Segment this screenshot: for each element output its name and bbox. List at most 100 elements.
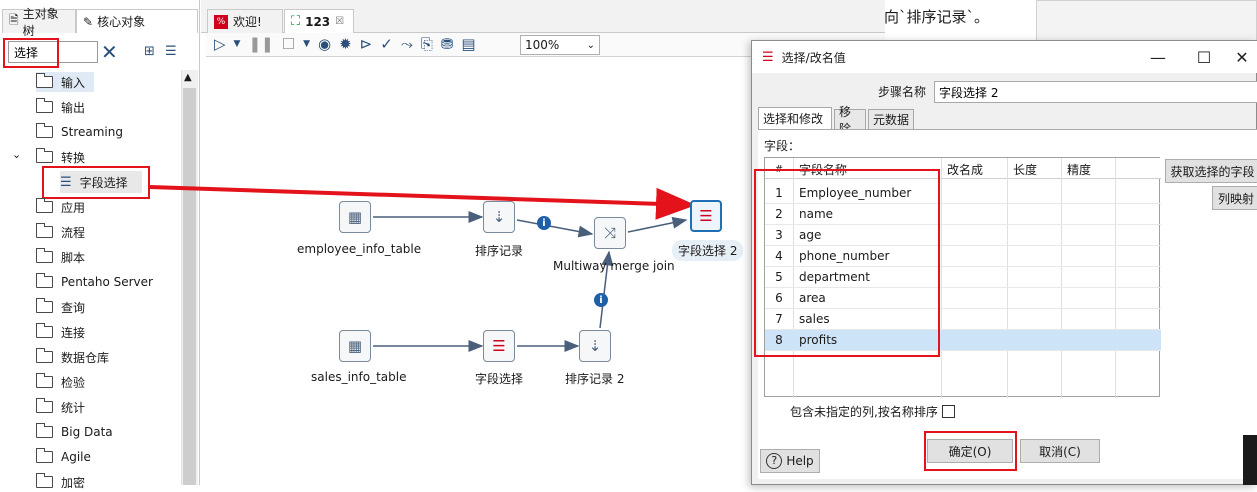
dialog-titlebar: ☰ 选择/改名值 bbox=[752, 41, 1257, 73]
tree-item-label: 数据仓库 bbox=[61, 350, 110, 365]
scroll-up-icon[interactable]: ▲ bbox=[184, 72, 192, 83]
table-input-icon: ▦ bbox=[347, 337, 363, 355]
search-highlight bbox=[3, 38, 59, 68]
tree-item-cryptography[interactable]: 加密 bbox=[36, 472, 85, 492]
info-icon[interactable]: i bbox=[537, 216, 551, 230]
close-icon[interactable]: ✕ bbox=[1222, 45, 1257, 69]
expand-arrow-icon[interactable]: ⌄ bbox=[12, 148, 21, 161]
mapping-button[interactable]: 列映射 bbox=[1212, 186, 1257, 210]
tree-item-joins[interactable]: 连接 bbox=[36, 322, 85, 342]
tree-item-label: 加密 bbox=[61, 475, 86, 490]
step-label: 字段选择 2 bbox=[672, 240, 744, 261]
tree-item-transform[interactable]: 转换 bbox=[36, 147, 85, 167]
expand-all-icon[interactable]: ⊞ bbox=[144, 44, 155, 59]
tab-select-modify[interactable]: 选择和修改 bbox=[758, 107, 832, 129]
step-sales-info-table[interactable]: ▦ bbox=[339, 330, 371, 362]
tree-item-application[interactable]: 应用 bbox=[36, 197, 85, 217]
get-fields-button[interactable]: 获取选择的字段 bbox=[1165, 159, 1257, 183]
run-dropdown-icon[interactable]: ▼ bbox=[234, 40, 241, 49]
tab-123[interactable]: ⛶ 123 ☒ bbox=[284, 9, 354, 33]
tab-main-object-tree[interactable]: 🗎 主对象树 bbox=[2, 7, 76, 38]
folder-icon bbox=[36, 123, 53, 138]
merge-icon: ⤨ bbox=[603, 224, 616, 242]
minimize-icon[interactable]: — bbox=[1138, 45, 1178, 69]
explore-db-icon[interactable]: ⛃ bbox=[441, 37, 454, 52]
tab-welcome-label: 欢迎! bbox=[233, 15, 262, 29]
tree-item-input[interactable]: 输入 bbox=[36, 72, 94, 92]
tab-core-objects-label: 核心对象 bbox=[97, 15, 146, 29]
pause-icon[interactable]: ❚❚ bbox=[248, 37, 273, 52]
tree-item-label: Streaming bbox=[61, 125, 123, 139]
tree-item-pentaho-server[interactable]: Pentaho Server bbox=[36, 272, 153, 292]
tab-123-label: 123 bbox=[305, 14, 331, 29]
run-icon[interactable]: ▷ bbox=[214, 37, 226, 52]
help-button[interactable]: ? Help bbox=[760, 449, 820, 473]
stop-dropdown-icon[interactable]: ▼ bbox=[303, 40, 310, 49]
sql-icon[interactable]: ⎘ bbox=[421, 37, 433, 52]
step-name-input[interactable] bbox=[934, 81, 1257, 103]
cancel-button[interactable]: 取消(C) bbox=[1020, 439, 1100, 463]
maximize-icon[interactable]: ☐ bbox=[1184, 45, 1224, 69]
folder-icon bbox=[36, 298, 53, 313]
include-unspecified-checkbox[interactable] bbox=[941, 405, 955, 418]
folder-icon bbox=[36, 398, 53, 413]
table-input-icon: ▦ bbox=[347, 208, 363, 226]
dark-edge bbox=[1243, 435, 1257, 485]
background-doc-text: 向`排序记录`。 bbox=[884, 8, 990, 26]
tree-item-big-data[interactable]: Big Data bbox=[36, 422, 113, 442]
tree-item-output[interactable]: 输出 bbox=[36, 97, 85, 117]
step-sort-rows-2[interactable]: ⇣ bbox=[579, 330, 611, 362]
step-select-values-2[interactable]: ☰ bbox=[690, 200, 722, 232]
step-label: 排序记录 bbox=[475, 244, 524, 258]
step-label: Multiway merge join bbox=[553, 259, 675, 273]
step-label: employee_info_table bbox=[297, 242, 422, 256]
folder-icon bbox=[36, 223, 53, 238]
clear-search-icon[interactable]: ✕ bbox=[101, 40, 118, 64]
step-select-values[interactable]: ☰ bbox=[483, 330, 515, 362]
select-values-icon: ☰ bbox=[492, 337, 506, 355]
tree-item-data-warehouse[interactable]: 数据仓库 bbox=[36, 347, 109, 367]
tab-welcome[interactable]: % 欢迎! bbox=[207, 9, 283, 33]
button-label: 列映射 bbox=[1217, 191, 1254, 206]
button-label: Help bbox=[786, 454, 814, 468]
tree-item-label: 流程 bbox=[61, 225, 86, 240]
impact-icon[interactable]: ⤳ bbox=[401, 37, 413, 52]
tab-label: 选择和修改 bbox=[763, 112, 824, 126]
tree-scrollbar-thumb[interactable] bbox=[183, 88, 196, 485]
tree-item-lookup[interactable]: 查询 bbox=[36, 297, 85, 317]
tree-item-label: 查询 bbox=[61, 300, 86, 315]
close-tab-icon[interactable]: ☒ bbox=[335, 16, 344, 27]
tab-remove[interactable]: 移除 bbox=[834, 105, 866, 136]
info-icon[interactable]: i bbox=[594, 293, 608, 307]
stop-icon[interactable]: ☐ bbox=[282, 37, 295, 52]
zoom-select[interactable]: 100% ⌄ bbox=[520, 35, 600, 55]
step-multiway-merge-join[interactable]: ⤨ bbox=[594, 217, 626, 249]
button-label: 获取选择的字段 bbox=[1170, 164, 1255, 179]
column-header: 长度 bbox=[1013, 163, 1038, 177]
verify-icon[interactable]: ✓ bbox=[380, 37, 393, 52]
include-unspecified-option[interactable]: 包含未指定的列,按名称排序 bbox=[790, 403, 955, 420]
tree-item-statistics[interactable]: 统计 bbox=[36, 397, 85, 417]
transformation-icon: ⛶ bbox=[291, 14, 301, 29]
show-results-icon[interactable]: ▤ bbox=[461, 37, 475, 52]
tree-item-validation[interactable]: 检验 bbox=[36, 372, 85, 392]
tree-item-flow[interactable]: 流程 bbox=[36, 222, 85, 242]
fields-label: 字段： bbox=[764, 139, 801, 153]
dialog-title: 选择/改名值 bbox=[781, 50, 846, 65]
tree-item-label: Big Data bbox=[61, 425, 113, 439]
collapse-all-icon[interactable]: ☰ bbox=[165, 44, 177, 59]
select-values-highlight bbox=[42, 166, 150, 199]
step-sort-rows[interactable]: ⇣ bbox=[483, 201, 515, 233]
debug-icon[interactable]: ✹ bbox=[339, 37, 352, 52]
folder-icon bbox=[36, 323, 53, 338]
preview-icon[interactable]: ◉ bbox=[318, 37, 331, 52]
step-employee-info-table[interactable]: ▦ bbox=[339, 201, 371, 233]
tree-item-agile[interactable]: Agile bbox=[36, 447, 91, 467]
chevron-down-icon: ⌄ bbox=[586, 39, 595, 51]
tab-metadata[interactable]: 元数据 bbox=[868, 109, 914, 129]
step-label: 字段选择 bbox=[475, 372, 524, 386]
tree-item-script[interactable]: 脚本 bbox=[36, 247, 85, 267]
tab-core-objects[interactable]: ✎ 核心对象 bbox=[76, 9, 198, 33]
replay-icon[interactable]: ⊳ bbox=[360, 37, 373, 52]
tree-item-streaming[interactable]: Streaming bbox=[36, 122, 123, 142]
